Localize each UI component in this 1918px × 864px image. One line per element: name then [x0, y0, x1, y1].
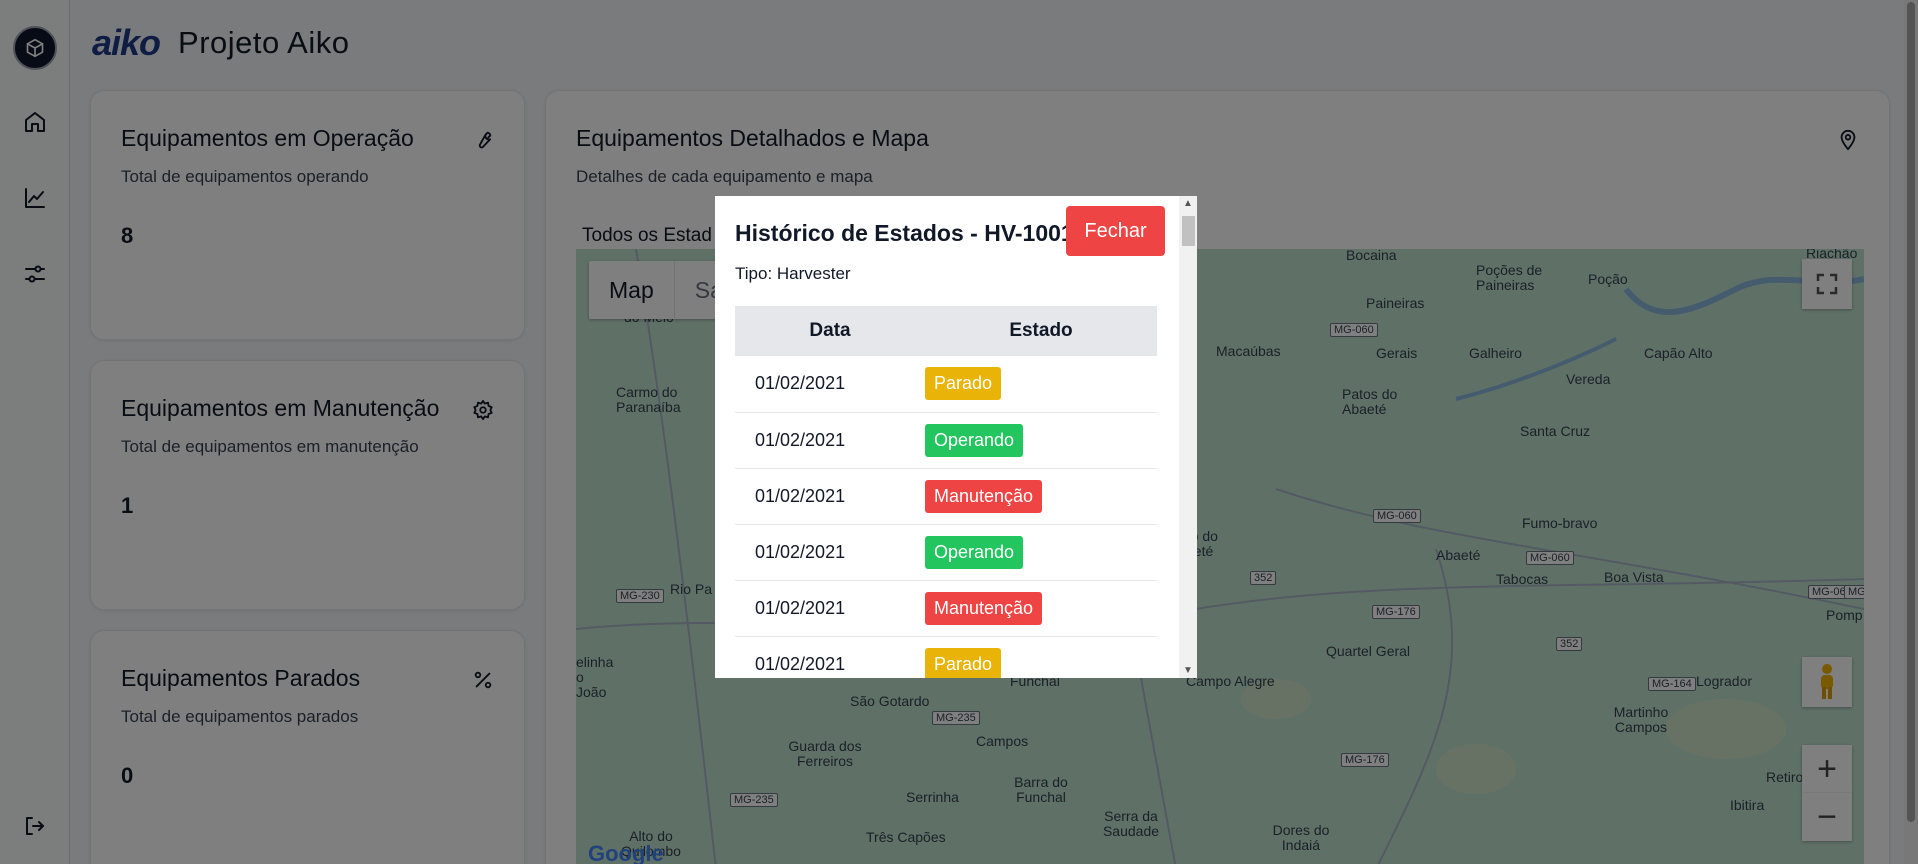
history-modal: Histórico de Estados - HV-1001 Fechar Ti… [715, 196, 1197, 678]
scroll-down-icon[interactable]: ▼ [1183, 665, 1193, 676]
table-row: 01/02/2021 Manutenção [735, 580, 1157, 637]
status-badge: Parado [925, 647, 1002, 678]
table-row: 01/02/2021 Operando [735, 412, 1157, 469]
column-header-state: Estado [925, 306, 1157, 356]
equipment-type: Tipo: Harvester [735, 264, 851, 283]
table-header-row: Data Estado [735, 306, 1157, 356]
table-row: 01/02/2021 Operando [735, 524, 1157, 581]
modal-title: Histórico de Estados - HV-1001 [735, 220, 1074, 246]
row-date: 01/02/2021 [735, 524, 925, 581]
column-header-date: Data [735, 306, 925, 356]
row-date: 01/02/2021 [735, 412, 925, 469]
status-badge: Operando [925, 535, 1024, 569]
scroll-up-icon[interactable]: ▲ [1183, 198, 1193, 209]
row-date: 01/02/2021 [735, 580, 925, 637]
status-badge: Parado [925, 367, 1002, 401]
row-date: 01/02/2021 [735, 636, 925, 678]
status-badge: Operando [925, 423, 1024, 457]
close-button[interactable]: Fechar [1066, 206, 1165, 256]
row-date: 01/02/2021 [735, 468, 925, 525]
table-row: 01/02/2021 Parado [735, 636, 1157, 678]
history-table: Data Estado 01/02/2021 Parado 01/02/2021… [735, 306, 1157, 678]
table-row: 01/02/2021 Parado [735, 356, 1157, 413]
modal-scrollbar[interactable]: ▲ ▼ [1179, 196, 1197, 678]
status-badge: Manutenção [925, 591, 1043, 625]
modal-scrollbar-thumb[interactable] [1182, 216, 1195, 246]
table-row: 01/02/2021 Manutenção [735, 468, 1157, 525]
status-badge: Manutenção [925, 479, 1043, 513]
row-date: 01/02/2021 [735, 356, 925, 413]
